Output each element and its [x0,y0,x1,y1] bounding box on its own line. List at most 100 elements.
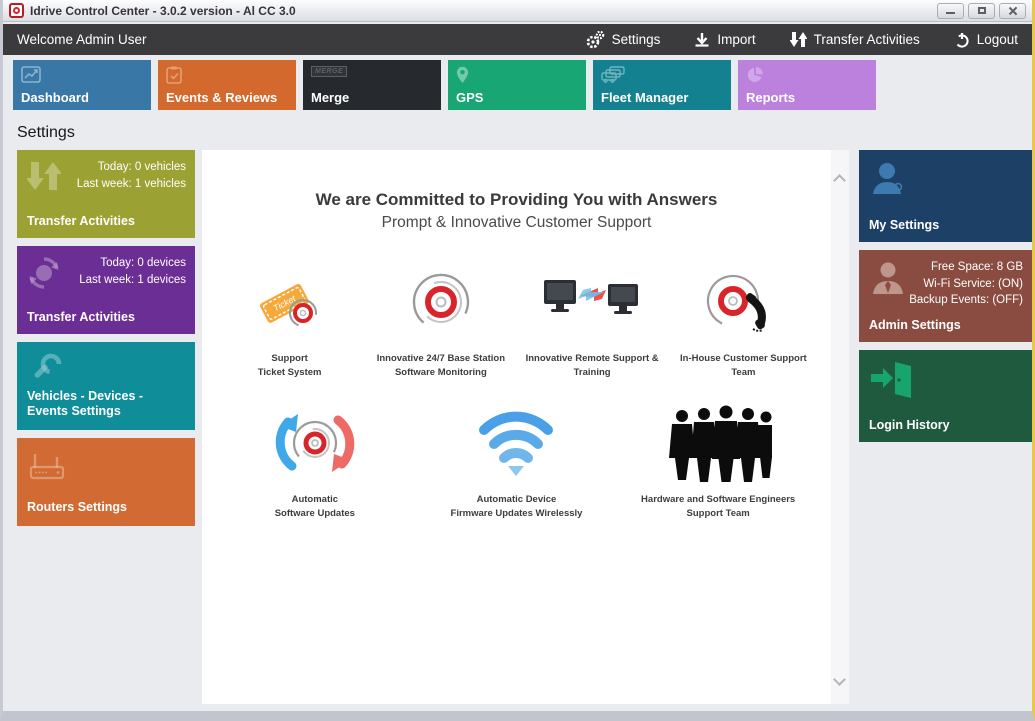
nav-tile-fleet-manager[interactable]: Fleet Manager [593,60,731,110]
close-button[interactable] [999,3,1026,19]
content-subheading: Prompt & Innovative Customer Support [214,214,819,232]
login-door-icon [869,360,913,400]
tile-transfer-activities-devices[interactable]: Today: 0 devices Last week: 1 devices Tr… [17,246,195,334]
scroll-up-icon[interactable] [833,174,846,187]
import-icon [694,32,710,48]
menu-transfer-activities[interactable]: Transfer Activities [790,31,920,48]
left-sidebar: Today: 0 vehicles Last week: 1 vehicles … [17,150,195,534]
minimize-button[interactable] [937,3,964,19]
feature-remote-support: Innovative Remote Support & Training [517,266,667,381]
feature-customer-support-team: In-House Customer Support Team [668,266,818,381]
tile-admin-settings[interactable]: Free Space: 8 GB Wi-Fi Service: (ON) Bac… [859,250,1032,342]
tools-icon [27,352,63,388]
tile-label: My Settings [869,218,1024,234]
feature-label: Automatic Software Updates [220,493,410,522]
nav-tile-merge[interactable]: MERGE Merge [303,60,441,110]
feature-label: Innovative Remote Support & Training [517,352,667,381]
feature-wireless-firmware-updates: Automatic Device Firmware Updates Wirele… [421,407,611,522]
page-title: Settings [17,124,1032,142]
nav-tile-reports[interactable]: Reports [738,60,876,110]
menubar: Welcome Admin User Settings Import Trans… [3,24,1032,55]
feature-row-2: Automatic Software Updates Automatic Dev… [214,407,819,522]
stat-line: Today: 0 vehicles [98,161,186,173]
transfer-arrows-icon [790,31,807,48]
menu-settings-label: Settings [612,32,661,47]
nav-tile-label: GPS [456,90,483,105]
stat-line: Last week: 1 devices [79,274,186,286]
support-ticket-icon: Ticket [215,266,365,338]
maximize-button[interactable] [968,3,995,19]
tile-label: Admin Settings [869,318,1024,334]
content-panel: We are Committed to Providing You with A… [202,150,849,704]
feature-row-1: Ticket Support Ticket System Innovative … [214,266,819,381]
router-icon [27,448,67,484]
nav-tile-gps[interactable]: GPS [448,60,586,110]
nav-tiles: Dashboard Events & Reviews MERGE Merge G… [13,60,1032,110]
nav-tile-label: Merge [311,90,349,105]
pie-chart-icon [746,66,764,84]
right-sidebar: My Settings Free Space: 8 GB Wi-Fi Servi… [859,150,1032,450]
content-scrollbar[interactable] [831,150,849,704]
minimize-icon [946,12,955,14]
tile-vehicles-devices-events-settings[interactable]: Vehicles - Devices - Events Settings [17,342,195,430]
scroll-down-icon[interactable] [833,673,846,686]
map-pin-icon [456,66,469,84]
tile-routers-settings[interactable]: Routers Settings [17,438,195,526]
menu-settings[interactable]: Settings [585,31,661,49]
gears-icon [585,31,605,49]
stat-line: Today: 0 devices [100,257,186,269]
feature-engineers-team: Hardware and Software Engineers Support … [623,407,813,522]
menu-logout[interactable]: Logout [954,32,1018,48]
power-icon [954,32,970,48]
app-logo-icon [9,3,24,18]
stat-line: Free Space: 8 GB [931,261,1023,273]
tile-label: Transfer Activities [27,214,187,230]
menu-transfer-label: Transfer Activities [814,32,920,47]
merge-badge-icon: MERGE [311,66,347,77]
tile-label: Routers Settings [27,500,187,516]
content-heading: We are Committed to Providing You with A… [214,190,819,210]
trucks-icon [601,66,627,83]
app-window: Idrive Control Center - 3.0.2 version - … [0,0,1035,721]
stat-line: Backup Events: (OFF) [909,294,1023,306]
remote-support-icon [517,266,667,338]
tile-login-history[interactable]: Login History [859,350,1032,442]
welcome-text: Welcome Admin User [17,32,585,47]
tile-label: Login History [869,418,1024,434]
menu-import[interactable]: Import [694,32,755,48]
menu-import-label: Import [717,32,755,47]
nav-tile-label: Events & Reviews [166,90,277,105]
transfer-arrows-icon [27,160,61,192]
nav-tile-label: Reports [746,90,795,105]
nav-tile-label: Fleet Manager [601,90,688,105]
feature-base-station-monitoring: Innovative 24/7 Base Station Software Mo… [366,266,516,381]
feature-label: Automatic Device Firmware Updates Wirele… [421,493,611,522]
tile-my-settings[interactable]: My Settings [859,150,1032,242]
titlebar: Idrive Control Center - 3.0.2 version - … [3,0,1032,22]
auto-software-updates-icon [220,407,410,479]
tile-label: Vehicles - Devices - Events Settings [27,389,187,420]
nav-tile-events-reviews[interactable]: Events & Reviews [158,60,296,110]
feature-label: Innovative 24/7 Base Station Software Mo… [366,352,516,381]
stat-line: Wi-Fi Service: (ON) [923,278,1023,290]
feature-auto-software-updates: Automatic Software Updates [220,407,410,522]
main-area: Today: 0 vehicles Last week: 1 vehicles … [3,150,1032,704]
clipboard-check-icon [166,66,182,84]
engineers-team-icon [623,407,813,479]
feature-label: Support Ticket System [215,352,365,381]
tile-transfer-activities-vehicles[interactable]: Today: 0 vehicles Last week: 1 vehicles … [17,150,195,238]
user-icon [869,160,909,200]
line-chart-icon [21,66,41,83]
nav-tile-dashboard[interactable]: Dashboard [13,60,151,110]
stat-line: Last week: 1 vehicles [77,178,186,190]
maximize-icon [978,7,986,14]
window-title: Idrive Control Center - 3.0.2 version - … [30,4,937,18]
customer-support-team-icon [668,266,818,338]
tile-stats: Today: 0 devices Last week: 1 devices [79,255,186,288]
sync-icon [27,256,61,290]
feature-support-ticket: Ticket Support Ticket System [215,266,365,381]
feature-label: In-House Customer Support Team [668,352,818,381]
admin-user-icon [869,260,909,300]
feature-label: Hardware and Software Engineers Support … [623,493,813,522]
nav-tile-label: Dashboard [21,90,89,105]
